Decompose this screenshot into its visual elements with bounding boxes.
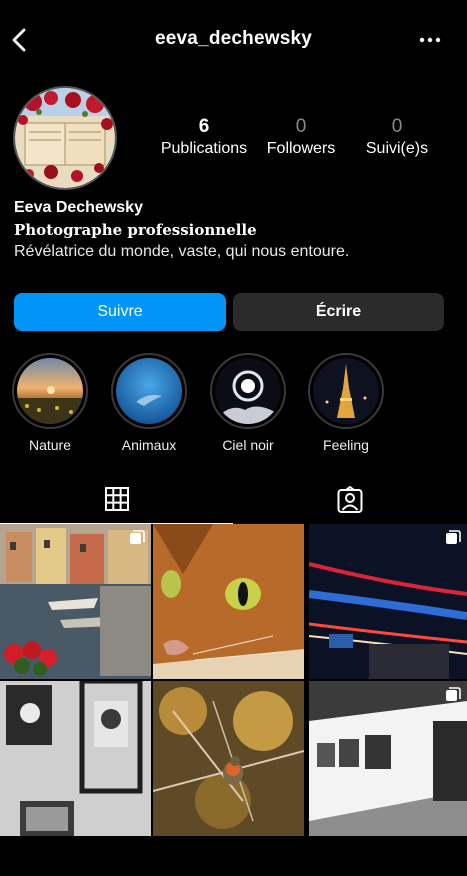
tab-tagged[interactable] [233,478,466,524]
publications-label: Publications [160,140,248,157]
post-tile[interactable] [153,524,304,679]
post-tile[interactable] [0,681,151,836]
profile-username: eeva_dechewsky [154,28,313,49]
highlight-ring [111,353,187,429]
highlight-label: Feeling [323,437,369,453]
post-tile[interactable] [0,524,151,679]
highlight-label: Nature [28,437,72,453]
highlight-label: Animaux [121,437,177,453]
stat-followers[interactable]: 0 Followers [262,116,340,158]
multiple-photos-icon [446,687,461,701]
follow-button[interactable]: Suivre [14,293,226,331]
post-tile[interactable] [153,681,304,836]
grid-icon [104,487,129,511]
highlight-cover-eiffel-tower [313,358,379,424]
more-horizontal-icon[interactable] [418,30,442,50]
publications-count: 6 [198,116,210,137]
highlight-label: Ciel noir [222,437,274,453]
highlight-ring [12,353,88,429]
post-image-harbor [0,524,151,679]
profile-name: Eeva Dechewsky [14,199,143,216]
multiple-photos-icon [130,530,145,544]
top-bar: eeva_dechewsky [0,18,467,62]
highlight-nature[interactable]: Nature [11,353,89,453]
profile-avatar[interactable] [13,86,117,190]
profile-category: Photographe professionnelle [14,221,257,239]
highlight-ring [210,353,286,429]
post-image-robin [153,681,304,836]
followers-label: Followers [266,140,336,157]
followers-count: 0 [295,116,307,137]
highlight-feeling[interactable]: Feeling [307,353,385,453]
tab-grid[interactable] [0,478,233,524]
multiple-photos-icon [446,530,461,544]
tagged-person-icon [337,486,362,513]
post-image-light-trails [309,524,467,679]
avatar-image-roses-book [15,88,115,188]
highlight-cover-sunset-field [17,358,83,424]
post-image-cat [153,524,304,679]
profile-tabs [0,478,467,524]
following-label: Suivi(e)s [365,140,429,157]
post-image-gallery [309,681,467,836]
highlight-animaux[interactable]: Animaux [110,353,188,453]
highlight-ring [308,353,384,429]
stat-publications[interactable]: 6 Publications [160,116,248,158]
post-tile[interactable] [309,524,467,679]
message-button[interactable]: Écrire [233,293,444,331]
following-count: 0 [391,116,403,137]
stat-following[interactable]: 0 Suivi(e)s [360,116,434,158]
highlight-cover-underwater [116,358,182,424]
post-tile[interactable] [309,681,467,836]
post-image-frames-wall [0,681,151,836]
highlight-cover-moon-halo [215,358,281,424]
highlight-ciel-noir[interactable]: Ciel noir [209,353,287,453]
profile-bio: Révélatrice du monde, vaste, qui nous en… [14,243,350,260]
